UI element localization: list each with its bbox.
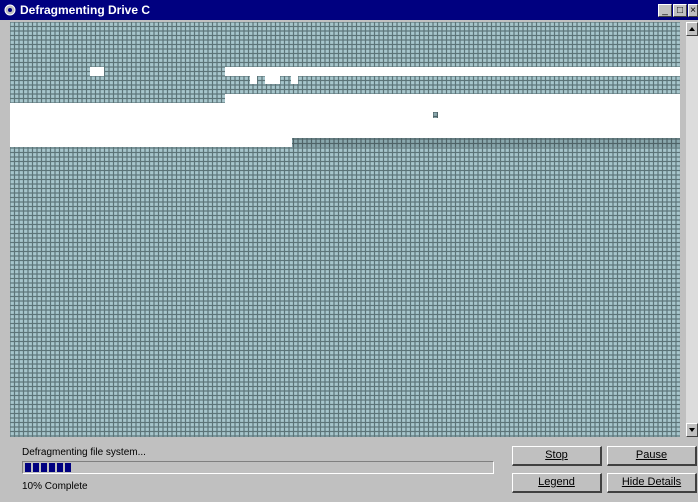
legend-label: Legend — [538, 476, 575, 488]
cluster-band — [10, 147, 680, 437]
disk-cluster-map — [10, 22, 680, 437]
window-title: Defragmenting Drive C — [20, 3, 151, 17]
title-bar: Defragmenting Drive C _ □ × — [0, 0, 698, 20]
free-cluster — [250, 76, 257, 84]
free-space — [225, 94, 680, 103]
status-message: Defragmenting file system... — [22, 447, 146, 458]
pause-label: Pause — [635, 449, 668, 461]
minimize-button[interactable]: _ — [658, 4, 672, 17]
free-cluster — [265, 76, 280, 84]
free-space — [10, 103, 680, 138]
cluster-band — [10, 85, 680, 94]
vertical-scrollbar[interactable] — [686, 22, 698, 437]
free-cluster — [291, 76, 298, 84]
pause-button[interactable]: Pause — [607, 446, 697, 466]
hide-details-label: Hide Details — [621, 476, 682, 488]
legend-button[interactable]: Legend — [512, 473, 602, 493]
progress-fill — [25, 463, 72, 472]
hide-details-button[interactable]: Hide Details — [607, 473, 697, 493]
free-cluster — [90, 67, 104, 76]
scroll-down-button[interactable] — [686, 423, 698, 437]
progress-bar — [22, 461, 494, 474]
cluster-map-svg — [10, 22, 680, 437]
optimized-band — [292, 138, 680, 147]
close-button[interactable]: × — [688, 4, 698, 17]
cluster-layer — [10, 22, 680, 437]
stop-label: Stop — [545, 449, 568, 461]
percent-complete: 10% Complete — [22, 481, 88, 492]
cluster-block — [433, 112, 438, 118]
maximize-button[interactable]: □ — [673, 4, 687, 17]
cluster-band — [10, 22, 680, 67]
stop-button[interactable]: Stop — [512, 446, 602, 466]
defrag-window: Defragmenting Drive C _ □ × Defragmentin… — [0, 0, 698, 502]
scroll-up-button[interactable] — [686, 22, 698, 36]
up-arrow-icon — [689, 27, 695, 31]
down-arrow-icon — [689, 428, 695, 432]
defrag-icon — [4, 4, 16, 16]
